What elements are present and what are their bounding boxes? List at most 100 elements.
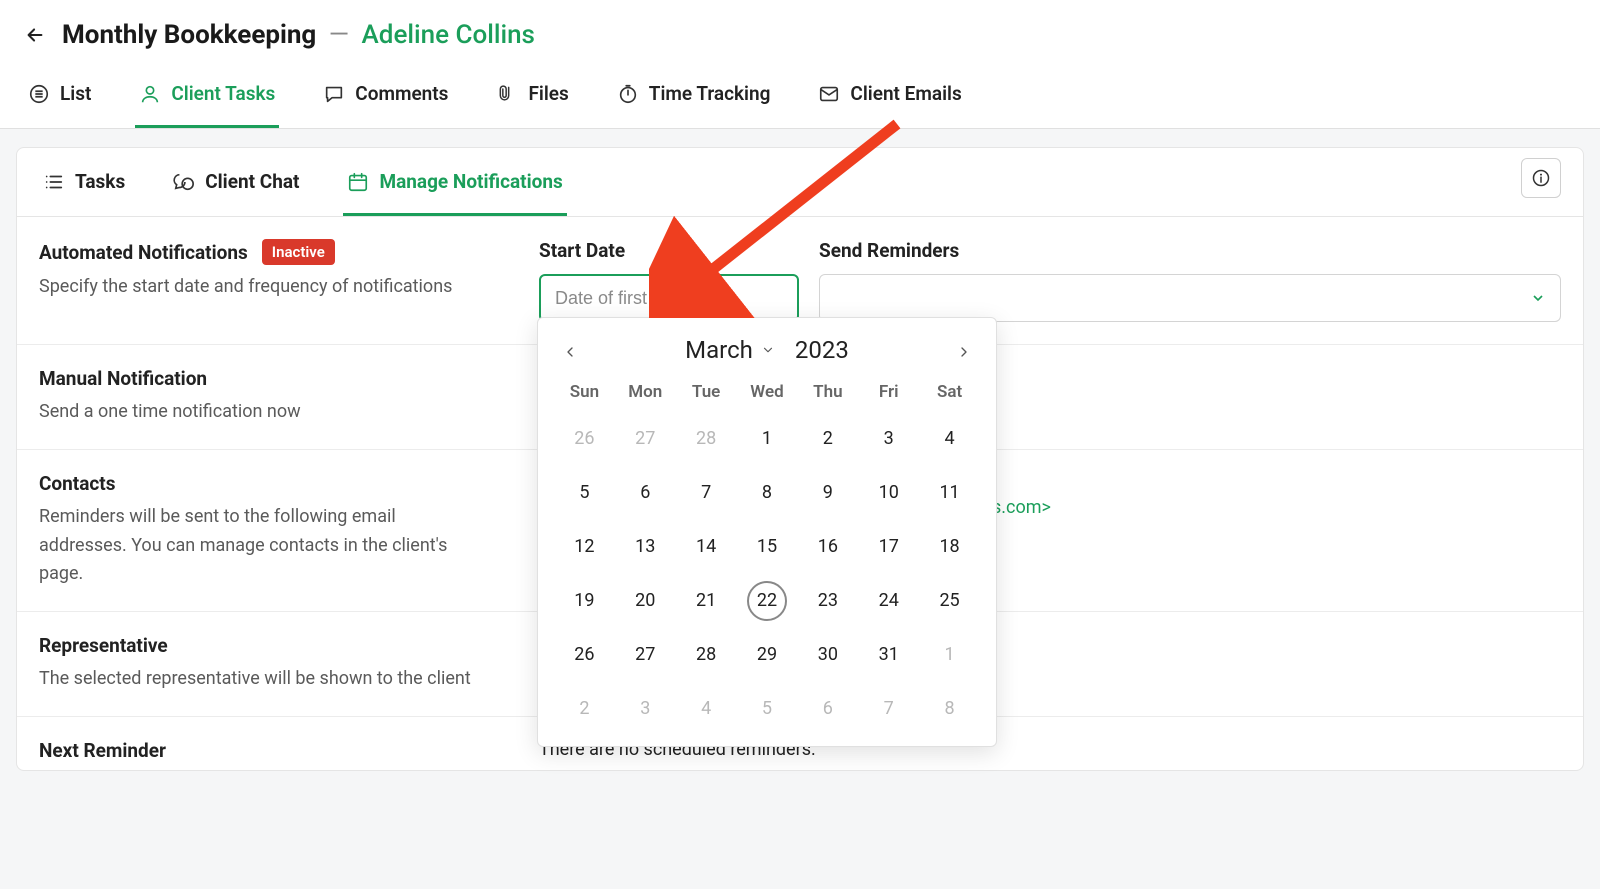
calendar-day[interactable]: 4 <box>676 682 737 736</box>
calendar-day[interactable]: 29 <box>737 628 798 682</box>
list-icon <box>28 83 50 105</box>
calendar-day[interactable]: 30 <box>797 628 858 682</box>
calendar-day[interactable]: 5 <box>554 466 615 520</box>
calendar-dow: Sat <box>919 374 980 412</box>
subtab-client-chat-label: Client Chat <box>205 170 299 193</box>
calendar-day[interactable]: 15 <box>737 520 798 574</box>
paperclip-icon <box>496 83 518 105</box>
calendar-day[interactable]: 23 <box>797 574 858 628</box>
info-icon <box>1531 168 1551 188</box>
chat-icon <box>173 171 195 193</box>
calendar-day[interactable]: 27 <box>615 412 676 466</box>
next-reminder-title: Next Reminder <box>39 739 166 762</box>
status-badge: Inactive <box>262 239 335 265</box>
automated-notifications-desc: Specify the start date and frequency of … <box>39 273 479 302</box>
subtab-tasks-label: Tasks <box>75 170 125 193</box>
mail-icon <box>818 83 840 105</box>
subtab-client-chat[interactable]: Client Chat <box>169 166 303 216</box>
start-date-input[interactable] <box>539 274 799 322</box>
contacts-title: Contacts <box>39 472 116 495</box>
calendar-day[interactable]: 27 <box>615 628 676 682</box>
subtab-manage-notifications-label: Manage Notifications <box>379 170 562 193</box>
title-separator: — <box>329 20 349 50</box>
calendar-day[interactable]: 11 <box>919 466 980 520</box>
calendar-day[interactable]: 10 <box>858 466 919 520</box>
calendar-day[interactable]: 2 <box>554 682 615 736</box>
calendar-day[interactable]: 3 <box>615 682 676 736</box>
calendar-day[interactable]: 17 <box>858 520 919 574</box>
tab-time-tracking-label: Time Tracking <box>649 82 771 105</box>
calendar-day[interactable]: 6 <box>797 682 858 736</box>
person-icon <box>139 83 161 105</box>
calendar-day[interactable]: 7 <box>676 466 737 520</box>
calendar-day[interactable]: 3 <box>858 412 919 466</box>
calendar-grid: SunMonTueWedThuFriSat2627281234567891011… <box>554 374 980 736</box>
subtab-manage-notifications[interactable]: Manage Notifications <box>343 166 566 216</box>
calendar-day[interactable]: 1 <box>737 412 798 466</box>
chevron-left-icon <box>562 344 578 360</box>
subtab-tasks[interactable]: Tasks <box>39 166 129 216</box>
calendar-next-month[interactable] <box>950 338 978 366</box>
calendar-dow: Sun <box>554 374 615 412</box>
calendar-day[interactable]: 26 <box>554 412 615 466</box>
manual-notification-desc: Send a one time notification now <box>39 398 479 427</box>
calendar-day[interactable]: 31 <box>858 628 919 682</box>
send-reminders-select[interactable] <box>819 274 1561 322</box>
calendar-month-select[interactable]: March <box>685 336 775 364</box>
calendar-day[interactable]: 28 <box>676 412 737 466</box>
calendar-day[interactable]: 6 <box>615 466 676 520</box>
automated-notifications-title: Automated Notifications <box>39 241 248 264</box>
date-picker: March 2023 SunMonTueWedThuFriSat26272812… <box>537 317 997 747</box>
calendar-day[interactable]: 13 <box>615 520 676 574</box>
primary-tabs: List Client Tasks Comments Files Time Tr… <box>0 62 1600 129</box>
chevron-right-icon <box>956 344 972 360</box>
contacts-desc: Reminders will be sent to the following … <box>39 503 479 589</box>
stopwatch-icon <box>617 83 639 105</box>
calendar-dow: Wed <box>737 374 798 412</box>
calendar-day[interactable]: 7 <box>858 682 919 736</box>
back-button[interactable] <box>24 24 46 46</box>
client-name[interactable]: Adeline Collins <box>362 20 535 50</box>
comment-icon <box>323 83 345 105</box>
tab-client-emails[interactable]: Client Emails <box>814 72 965 128</box>
calendar-day[interactable]: 16 <box>797 520 858 574</box>
calendar-icon <box>347 171 369 193</box>
representative-desc: The selected representative will be show… <box>39 665 479 694</box>
tab-list-label: List <box>60 82 91 105</box>
calendar-day[interactable]: 28 <box>676 628 737 682</box>
calendar-day[interactable]: 8 <box>919 682 980 736</box>
calendar-dow: Tue <box>676 374 737 412</box>
calendar-day[interactable]: 14 <box>676 520 737 574</box>
calendar-day[interactable]: 19 <box>554 574 615 628</box>
calendar-day[interactable]: 8 <box>737 466 798 520</box>
tab-client-tasks-label: Client Tasks <box>171 82 275 105</box>
info-button[interactable] <box>1521 158 1561 198</box>
calendar-day[interactable]: 4 <box>919 412 980 466</box>
calendar-day[interactable]: 18 <box>919 520 980 574</box>
calendar-day[interactable]: 25 <box>919 574 980 628</box>
calendar-day[interactable]: 20 <box>615 574 676 628</box>
calendar-dow: Fri <box>858 374 919 412</box>
calendar-day[interactable]: 26 <box>554 628 615 682</box>
calendar-dow: Thu <box>797 374 858 412</box>
tab-list[interactable]: List <box>24 72 95 128</box>
calendar-day[interactable]: 21 <box>676 574 737 628</box>
tab-client-tasks[interactable]: Client Tasks <box>135 72 279 128</box>
representative-title: Representative <box>39 634 168 657</box>
manual-notification-title: Manual Notification <box>39 367 207 390</box>
calendar-day[interactable]: 12 <box>554 520 615 574</box>
tab-files[interactable]: Files <box>492 72 572 128</box>
tab-comments[interactable]: Comments <box>319 72 452 128</box>
calendar-day[interactable]: 1 <box>919 628 980 682</box>
secondary-tabs: Tasks Client Chat Manage Notifications <box>17 148 1583 217</box>
calendar-day[interactable]: 24 <box>858 574 919 628</box>
calendar-day[interactable]: 5 <box>737 682 798 736</box>
start-date-label: Start Date <box>539 239 799 262</box>
tab-time-tracking[interactable]: Time Tracking <box>613 72 775 128</box>
calendar-day[interactable]: 9 <box>797 466 858 520</box>
calendar-day[interactable]: 2 <box>797 412 858 466</box>
chevron-down-icon <box>1530 290 1546 306</box>
calendar-dow: Mon <box>615 374 676 412</box>
calendar-day[interactable]: 22 <box>737 574 798 628</box>
calendar-prev-month[interactable] <box>556 338 584 366</box>
